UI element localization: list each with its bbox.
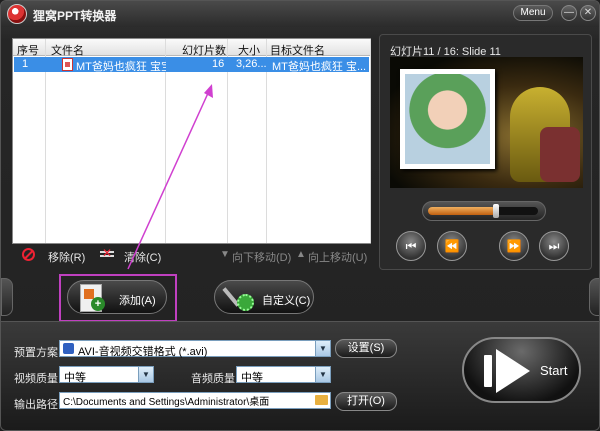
video-quality-select[interactable]: 中等 ▼ bbox=[59, 366, 154, 384]
audio-quality-select[interactable]: 中等 ▼ bbox=[236, 366, 331, 384]
column-header-target[interactable]: 目标文件名 bbox=[270, 42, 325, 58]
remove-button[interactable]: 移除(R) bbox=[12, 247, 88, 264]
close-button[interactable]: ✕ bbox=[580, 5, 596, 21]
slide-preview-image bbox=[390, 57, 583, 188]
skip-back-icon: ⏮ bbox=[405, 239, 417, 253]
add-button[interactable]: 添加(A) bbox=[67, 280, 167, 314]
menu-button[interactable]: Menu bbox=[513, 5, 553, 21]
arrow-up-icon: ▲ bbox=[296, 249, 306, 260]
column-header-slides[interactable]: 幻灯片数 bbox=[182, 42, 226, 58]
move-down-label: 向下移动(D) bbox=[232, 252, 292, 264]
video-quality-label: 视频质量: bbox=[14, 373, 62, 385]
output-path-label: 输出路径: bbox=[14, 399, 62, 411]
previous-slide-button[interactable]: ⏪ bbox=[437, 231, 467, 261]
preview-slider[interactable] bbox=[422, 201, 546, 221]
slider-track bbox=[428, 204, 538, 218]
row-target: MT爸妈也疯狂 宝... bbox=[272, 61, 367, 73]
row-slides: 16 bbox=[212, 58, 225, 70]
output-path-input[interactable] bbox=[60, 393, 310, 408]
add-label: 添加(A) bbox=[119, 295, 156, 307]
column-header-filename[interactable]: 文件名 bbox=[51, 42, 84, 58]
clear-label: 清除(C) bbox=[124, 252, 162, 264]
ppt-file-icon bbox=[62, 58, 73, 71]
play-icon bbox=[496, 349, 530, 393]
row-index: 1 bbox=[22, 58, 29, 70]
start-bar-icon bbox=[484, 355, 492, 387]
output-path-field[interactable] bbox=[59, 392, 331, 409]
move-up-label: 向上移动(U) bbox=[308, 252, 368, 264]
column-header-index[interactable]: 序号 bbox=[17, 42, 39, 58]
app-logo-icon bbox=[7, 4, 27, 24]
menu-label: Menu bbox=[520, 7, 546, 18]
skip-forward-icon: ⏭ bbox=[548, 239, 560, 253]
customize-button[interactable]: 自定义(C) bbox=[214, 280, 314, 314]
audio-quality-label: 音频质量: bbox=[191, 373, 239, 385]
title-bar: 狸窝PPT转换器 Menu — ✕ bbox=[1, 1, 599, 27]
row-filename: MT爸妈也疯狂 宝宝秀 bbox=[76, 61, 166, 73]
preset-label: 预置方案: bbox=[14, 347, 62, 359]
app-window: 狸窝PPT转换器 Menu — ✕ 序号 文件名 幻灯片数 大小 目标文件名 1… bbox=[0, 0, 600, 431]
column-header-size[interactable]: 大小 bbox=[238, 42, 260, 58]
minimize-button[interactable]: — bbox=[561, 5, 577, 21]
file-list[interactable]: 序号 文件名 幻灯片数 大小 目标文件名 1 MT爸妈也疯狂 宝宝秀 16 3,… bbox=[12, 38, 371, 244]
open-folder-button[interactable]: 打开(O) bbox=[335, 392, 397, 411]
fast-forward-icon: ⏩ bbox=[506, 239, 522, 253]
row-size: 3,26... bbox=[236, 58, 266, 70]
file-list-header: 序号 文件名 幻灯片数 大小 目标文件名 bbox=[13, 39, 370, 58]
folder-icon[interactable] bbox=[315, 395, 328, 405]
video-quality-value: 中等 bbox=[64, 372, 86, 384]
right-side-tab bbox=[589, 278, 599, 316]
rewind-icon: ⏪ bbox=[444, 239, 460, 253]
column-divider bbox=[370, 39, 371, 243]
preset-settings-button[interactable]: 设置(S) bbox=[335, 339, 397, 358]
remove-icon bbox=[22, 248, 35, 261]
list-toolbar: 移除(R) 清除(C) ▼ 向下移动(D) ▲ 向上移动(U) bbox=[12, 245, 371, 265]
audio-quality-value: 中等 bbox=[241, 372, 263, 384]
customize-label: 自定义(C) bbox=[262, 295, 311, 307]
start-label: Start bbox=[540, 363, 568, 378]
table-row[interactable]: 1 MT爸妈也疯狂 宝宝秀 16 3,26... MT爸妈也疯狂 宝... bbox=[14, 57, 369, 73]
avi-format-icon bbox=[63, 343, 74, 354]
next-slide-button[interactable]: ⏩ bbox=[499, 231, 529, 261]
last-slide-button[interactable]: ⏭ bbox=[539, 231, 569, 261]
chevron-down-icon: ▼ bbox=[315, 341, 330, 356]
clear-button[interactable]: 清除(C) bbox=[92, 246, 162, 264]
tools-icon bbox=[225, 284, 254, 311]
preset-select[interactable]: AVI-音视频交错格式 (*.avi) ▼ bbox=[59, 340, 331, 358]
chevron-down-icon: ▼ bbox=[315, 367, 330, 382]
ppt-add-icon bbox=[80, 284, 105, 312]
slider-thumb[interactable] bbox=[493, 204, 500, 218]
slider-fill bbox=[428, 207, 497, 215]
clear-icon bbox=[100, 246, 114, 261]
first-slide-button[interactable]: ⏮ bbox=[396, 231, 426, 261]
chevron-down-icon: ▼ bbox=[138, 367, 153, 382]
move-up-button[interactable]: ▲ 向上移动(U) bbox=[294, 247, 370, 264]
preset-value: AVI-音视频交错格式 (*.avi) bbox=[78, 346, 208, 358]
left-side-tab bbox=[1, 278, 13, 316]
move-down-button[interactable]: ▼ 向下移动(D) bbox=[216, 247, 292, 264]
remove-label: 移除(R) bbox=[48, 252, 86, 264]
arrow-down-icon: ▼ bbox=[220, 249, 230, 260]
start-button[interactable]: Start bbox=[462, 337, 581, 403]
app-title: 狸窝PPT转换器 bbox=[33, 9, 117, 23]
